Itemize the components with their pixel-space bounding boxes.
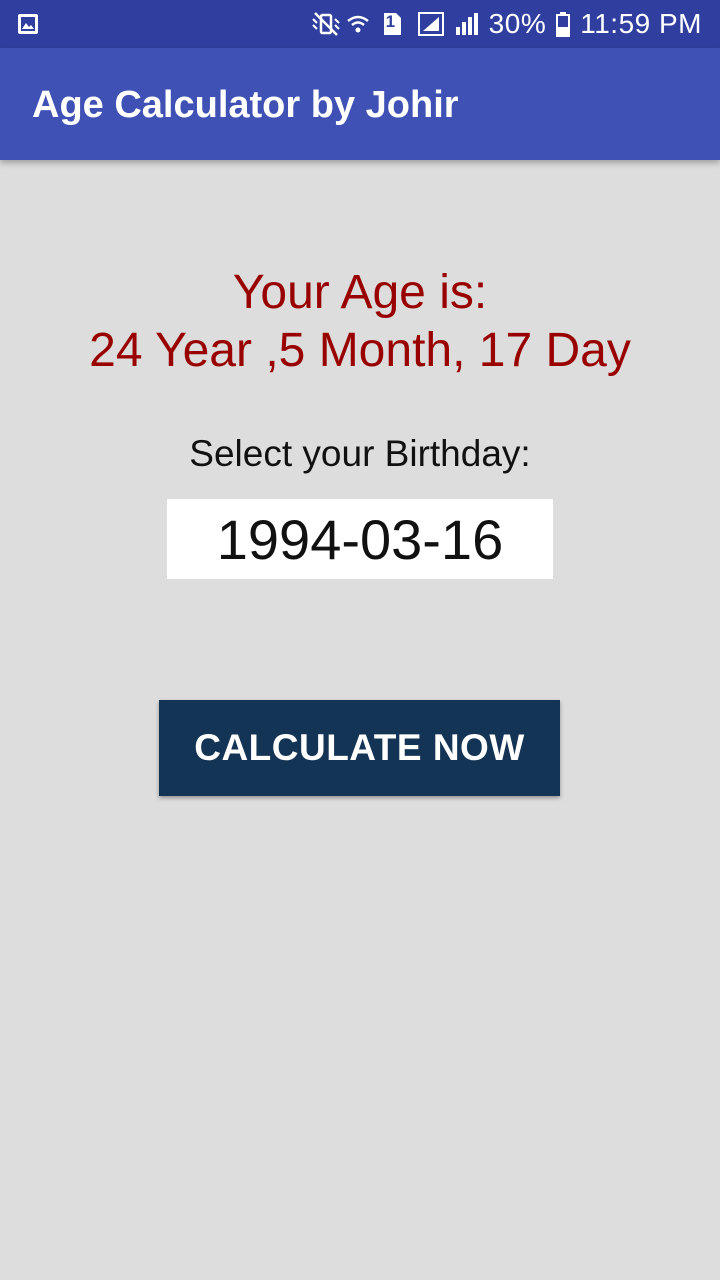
age-heading: Your Age is: <box>232 266 488 319</box>
status-icons: 1 30% 11:59 PM <box>309 0 702 48</box>
main-content: Your Age is: 24 Year ,5 Month, 17 Day Se… <box>0 160 720 1280</box>
calculate-now-label: CALCULATE NOW <box>194 727 525 768</box>
wifi-icon <box>345 11 371 37</box>
battery-percent: 30% <box>488 8 547 39</box>
signal-icon <box>417 11 444 37</box>
birthday-date-value: 1994-03-16 <box>216 507 504 571</box>
status-bar: 1 30% 11:59 PM <box>0 0 720 48</box>
mute-vibrate-icon <box>309 11 340 37</box>
signal-icon <box>453 11 479 37</box>
birthday-date-picker[interactable]: 1994-03-16 <box>167 499 553 579</box>
sim-icon: 1 <box>381 11 407 37</box>
clock: 11:59 PM <box>580 8 702 39</box>
app-bar: Age Calculator by Johir <box>0 48 720 160</box>
birthday-label: Select your Birthday: <box>189 433 531 474</box>
calculate-now-button[interactable]: CALCULATE NOW <box>159 700 560 796</box>
age-result: 24 Year ,5 Month, 17 Day <box>89 324 631 377</box>
battery-icon <box>556 11 571 37</box>
sim-number: 1 <box>385 12 396 31</box>
app-title: Age Calculator by Johir <box>32 84 459 126</box>
image-icon <box>16 12 40 36</box>
